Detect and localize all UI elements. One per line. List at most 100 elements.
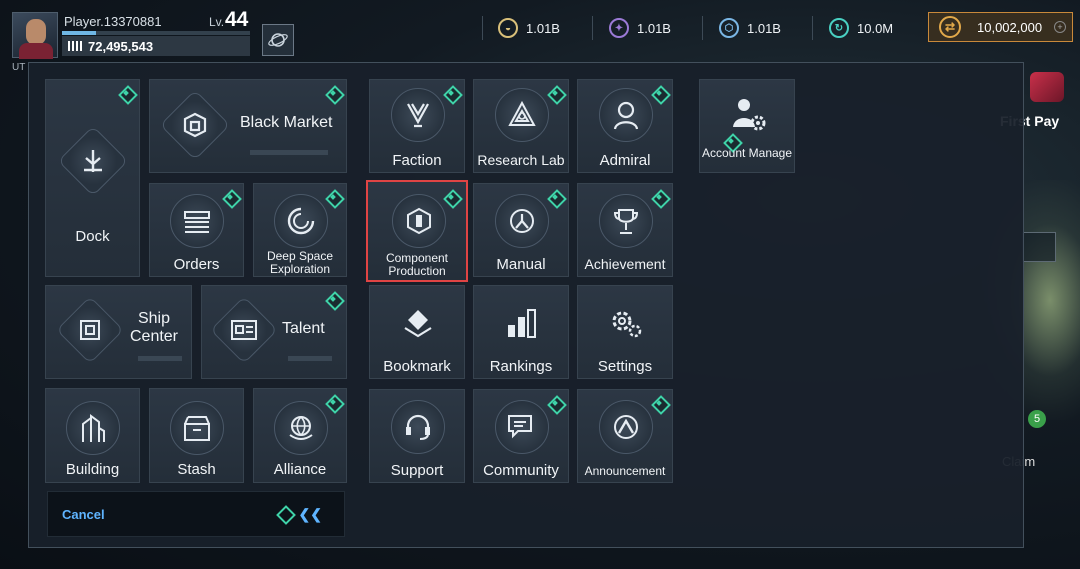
menu-tile-dock[interactable]: Dock: [45, 79, 140, 277]
resource-oil-value: 1.01B: [526, 20, 560, 36]
chat-bubble-icon: [495, 400, 549, 454]
new-indicator-icon: [119, 86, 133, 100]
power-display: 72,495,543: [62, 36, 250, 56]
achievement-label: Achievement: [584, 256, 666, 272]
dock-label: Dock: [75, 228, 110, 245]
level-label: Lv.: [209, 15, 225, 29]
faction-icon: [391, 88, 445, 142]
menu-tile-account-manage[interactable]: Account Manage: [699, 79, 795, 173]
cancel-button[interactable]: Cancel ❮❮: [47, 491, 345, 537]
stash-label: Stash: [177, 461, 216, 478]
ship-center-icon: [56, 296, 124, 364]
menu-tile-admiral[interactable]: Admiral: [577, 79, 673, 173]
menu-tile-bookmark[interactable]: Bookmark: [369, 285, 465, 379]
headset-icon: [391, 400, 445, 454]
orders-icon: [170, 194, 224, 248]
gold-value: 10,002,000: [977, 19, 1043, 35]
new-indicator-icon: [548, 86, 562, 100]
ship-icon[interactable]: [1030, 72, 1064, 102]
stash-icon: [170, 401, 224, 455]
black-market-icon: [159, 89, 231, 161]
resource-oil[interactable]: ◒ 1.01B: [498, 14, 560, 42]
menu-tile-announcement[interactable]: Announcement: [577, 389, 673, 483]
bookmark-icon: [391, 296, 445, 350]
add-gold-icon[interactable]: +: [1054, 21, 1066, 33]
rankings-icon: [495, 296, 549, 350]
new-indicator-icon: [326, 395, 340, 409]
menu-tile-stash[interactable]: Stash: [149, 388, 244, 483]
collapse-control[interactable]: ❮❮: [275, 504, 322, 525]
component-production-label: Component Production: [385, 251, 449, 278]
resource-crystal[interactable]: ✦ 1.01B: [609, 14, 671, 42]
resource-energy-value: 10.0M: [857, 20, 894, 36]
new-indicator-icon: [652, 86, 666, 100]
side-button[interactable]: [1022, 232, 1056, 262]
top-bar: UT Player.13370881 Lv. 44 72,495,543 ◒ 1…: [0, 0, 1080, 73]
menu-tile-component-production[interactable]: Component Production: [366, 180, 468, 282]
menu-tile-black-market[interactable]: Black Market: [149, 79, 347, 173]
announcement-icon: [599, 400, 653, 454]
manual-label: Manual: [496, 256, 546, 273]
new-indicator-icon: [444, 190, 458, 204]
building-icon: [66, 401, 120, 455]
gold-display[interactable]: ⇄ 10,002,000 +: [928, 12, 1073, 42]
tile-bar: [250, 150, 328, 155]
announcement-label: Announcement: [584, 464, 666, 478]
resource-separator: [592, 16, 593, 40]
research-lab-label: Research Lab: [477, 152, 565, 168]
double-chevron-left-icon: ❮❮: [298, 506, 322, 522]
research-lab-icon: [495, 88, 549, 142]
menu-tile-talent[interactable]: Talent: [201, 285, 347, 379]
power-icon: [68, 41, 82, 51]
manual-icon: [495, 194, 549, 248]
new-indicator-icon: [652, 190, 666, 204]
resource-separator: [812, 16, 813, 40]
resource-energy[interactable]: ↻ 10.0M: [829, 14, 893, 42]
menu-tile-orders[interactable]: Orders: [149, 183, 244, 277]
building-label: Building: [65, 461, 120, 478]
menu-tile-ship-center[interactable]: Ship Center: [45, 285, 192, 379]
dock-icon: [57, 125, 129, 197]
menu-tile-building[interactable]: Building: [45, 388, 140, 483]
community-label: Community: [483, 462, 559, 479]
menu-tile-alliance[interactable]: Alliance: [253, 388, 347, 483]
menu-tile-support[interactable]: Support: [369, 389, 465, 483]
alliance-label: Alliance: [273, 461, 327, 478]
menu-tile-community[interactable]: Community: [473, 389, 569, 483]
bookmark-label: Bookmark: [383, 358, 451, 375]
resource-metal-value: 1.01B: [747, 20, 781, 36]
xp-bar: [62, 31, 250, 35]
new-indicator-icon: [326, 190, 340, 204]
menu-tile-research-lab[interactable]: Research Lab: [473, 79, 569, 173]
admiral-icon: [599, 88, 653, 142]
menu-tile-achievement[interactable]: Achievement: [577, 183, 673, 277]
power-value: 72,495,543: [88, 38, 154, 54]
resource-separator: [482, 16, 483, 40]
resource-metal[interactable]: ⬡ 1.01B: [719, 14, 781, 42]
menu-tile-deep-space-exploration[interactable]: Deep Space Exploration: [253, 183, 347, 277]
talent-label: Talent: [282, 320, 325, 337]
component-production-icon: [392, 194, 446, 248]
crystal-icon: ✦: [609, 18, 629, 38]
menu-tile-settings[interactable]: Settings: [577, 285, 673, 379]
avatar-body: [19, 43, 53, 59]
tile-bar: [288, 356, 332, 361]
new-indicator-icon: [652, 396, 666, 410]
xp-bar-fill: [62, 31, 96, 35]
energy-icon: ↻: [829, 18, 849, 38]
planet-button[interactable]: [262, 24, 294, 56]
gear-icon: [599, 296, 653, 350]
menu-tile-manual[interactable]: Manual: [473, 183, 569, 277]
menu-tile-rankings[interactable]: Rankings: [473, 285, 569, 379]
main-menu-panel: Dock Black Market Orders Deep Space Expl…: [28, 62, 1024, 548]
account-manage-icon: [721, 88, 775, 142]
resource-crystal-value: 1.01B: [637, 20, 671, 36]
planet-icon: [268, 33, 288, 47]
new-indicator-icon: [223, 190, 237, 204]
new-indicator-icon: [548, 190, 562, 204]
talent-icon: [210, 296, 278, 364]
menu-tile-faction[interactable]: Faction: [369, 79, 465, 173]
player-avatar[interactable]: [12, 12, 58, 59]
diamond-icon: [275, 504, 296, 525]
trophy-icon: [599, 194, 653, 248]
